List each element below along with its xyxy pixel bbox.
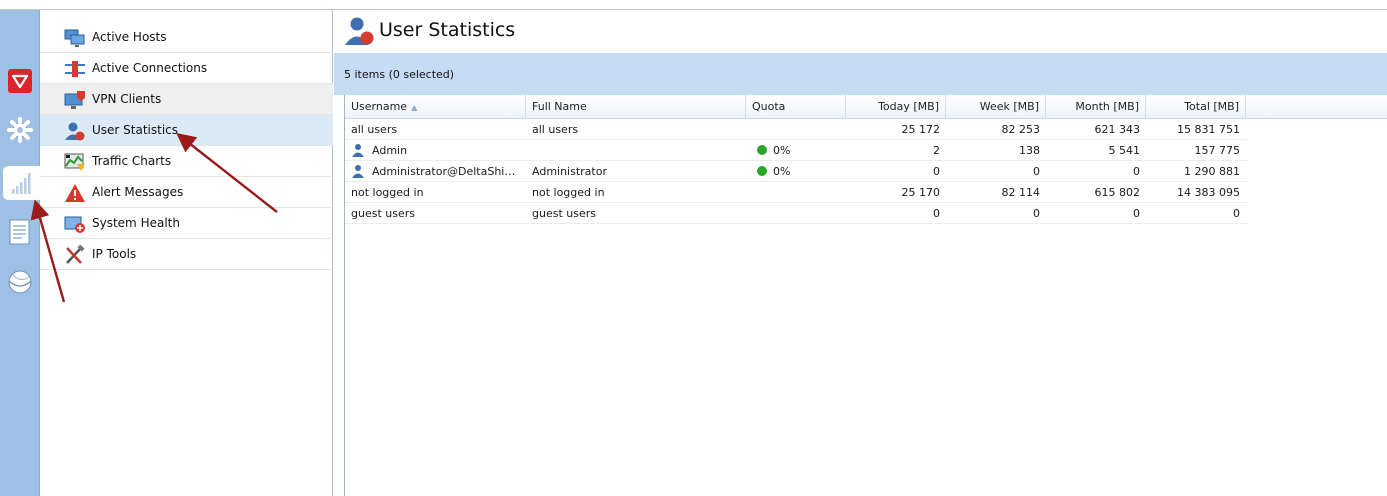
- cell-week: 0: [1033, 207, 1040, 220]
- cell-month: 5 541: [1108, 144, 1141, 157]
- system-health-icon: [64, 216, 85, 233]
- nav-item-label: Active Connections: [92, 61, 208, 75]
- cell-username: Administrator@DeltaShippin...: [345, 161, 526, 182]
- sort-ascending-icon: ▲: [411, 103, 418, 112]
- nav-item-alert-messages[interactable]: Alert Messages: [40, 177, 333, 208]
- cell-username: guest users: [351, 207, 415, 220]
- cell-full-name: [526, 140, 746, 161]
- table-row[interactable]: Administrator@DeltaShippin... Administra…: [345, 161, 1247, 182]
- nav-item-vpn-clients[interactable]: VPN Clients: [40, 84, 333, 115]
- nav-item-active-connections[interactable]: Active Connections: [40, 53, 333, 84]
- nav-item-label: System Health: [92, 216, 180, 230]
- logs-section-button[interactable]: [4, 216, 36, 248]
- section-rail: [0, 10, 40, 496]
- web-section-button[interactable]: [4, 266, 36, 298]
- globe-icon: [8, 270, 32, 294]
- cell-username: all users: [351, 123, 398, 136]
- cell-full-name: not logged in: [532, 186, 605, 199]
- cell-today: 2: [933, 144, 940, 157]
- bar-chart-icon: [11, 173, 30, 194]
- column-header-total[interactable]: Total [MB]: [1146, 95, 1246, 119]
- nav-item-label: VPN Clients: [92, 92, 162, 106]
- table-row[interactable]: not logged in not logged in 25 170 82 11…: [345, 182, 1247, 203]
- nav-item-label: Alert Messages: [92, 185, 184, 199]
- cell-today: 0: [933, 165, 940, 178]
- cell-month: 621 343: [1094, 123, 1141, 136]
- cell-quota: 0%: [746, 140, 846, 161]
- user-statistics-icon: [345, 17, 374, 45]
- cell-total: 0: [1233, 207, 1240, 220]
- cell-total: 1 290 881: [1184, 165, 1240, 178]
- cell-username: Admin: [345, 140, 526, 161]
- column-header-month[interactable]: Month [MB]: [1046, 95, 1146, 119]
- traffic-charts-icon: [64, 153, 85, 171]
- cell-total: 157 775: [1194, 144, 1241, 157]
- cell-today: 0: [933, 207, 940, 220]
- configuration-section-button[interactable]: [4, 114, 36, 146]
- log-document-icon: [9, 219, 30, 245]
- quota-status-icon: [757, 166, 767, 176]
- hosts-icon: [64, 29, 85, 47]
- vpn-clients-icon: [64, 91, 85, 109]
- toolbar: 5 items (0 selected): [334, 53, 1387, 95]
- gear-icon: [7, 117, 33, 143]
- status-navigation: Active Hosts Active Connections VPN Clie…: [40, 10, 333, 496]
- column-header-full-name[interactable]: Full Name: [526, 95, 746, 119]
- main-panel: User Statistics 5 items (0 selected) Use…: [334, 10, 1387, 496]
- column-header-quota[interactable]: Quota: [746, 95, 846, 119]
- nav-item-system-health[interactable]: System Health: [40, 208, 333, 239]
- column-header-week[interactable]: Week [MB]: [946, 95, 1046, 119]
- user-statistics-table: Username ▲ Full Name Quota Today [MB] Wee…: [344, 95, 1387, 496]
- cell-full-name: all users: [532, 123, 579, 136]
- items-count: 5 items (0 selected): [344, 68, 455, 81]
- column-header-today[interactable]: Today [MB]: [846, 95, 946, 119]
- cell-username: not logged in: [351, 186, 424, 199]
- nav-item-label: IP Tools: [92, 247, 137, 261]
- nav-item-label: Traffic Charts: [92, 154, 172, 168]
- status-section-button[interactable]: [3, 166, 40, 200]
- cell-month: 0: [1133, 165, 1140, 178]
- alert-icon: [65, 184, 85, 202]
- user-icon: [352, 165, 364, 178]
- nav-item-traffic-charts[interactable]: Traffic Charts: [40, 146, 333, 177]
- cell-full-name: Administrator: [532, 165, 607, 178]
- cell-month: 615 802: [1094, 186, 1141, 199]
- nav-item-active-hosts[interactable]: Active Hosts: [40, 22, 333, 53]
- ip-tools-icon: [66, 245, 85, 264]
- window-top-border: [0, 0, 1387, 10]
- cell-today: 25 172: [901, 123, 941, 136]
- cell-quota: 0%: [746, 161, 846, 182]
- page-title: User Statistics: [379, 19, 516, 41]
- table-row[interactable]: guest users guest users 0 0 0 0: [345, 203, 1247, 224]
- security-section-button[interactable]: [4, 65, 36, 97]
- cell-week: 138: [1019, 144, 1040, 157]
- quota-status-icon: [757, 145, 767, 155]
- nav-item-ip-tools[interactable]: IP Tools: [40, 239, 333, 270]
- table-row[interactable]: all users all users 25 172 82 253 621 34…: [345, 119, 1247, 140]
- shield-icon: [8, 69, 32, 93]
- table-header: Username ▲ Full Name Quota Today [MB] Wee…: [345, 95, 1387, 119]
- cell-total: 15 831 751: [1177, 123, 1240, 136]
- cell-week: 82 253: [1001, 123, 1041, 136]
- nav-item-label: User Statistics: [92, 123, 179, 137]
- cell-today: 25 170: [901, 186, 941, 199]
- cell-week: 82 114: [1001, 186, 1041, 199]
- table-row[interactable]: Admin 0% 2 138 5 541 157 775: [345, 140, 1247, 161]
- user-statistics-icon: [65, 122, 85, 141]
- connections-icon: [65, 61, 85, 77]
- nav-item-user-statistics[interactable]: User Statistics: [40, 115, 333, 146]
- cell-full-name: guest users: [532, 207, 596, 220]
- cell-week: 0: [1033, 165, 1040, 178]
- column-header-username[interactable]: Username ▲: [345, 95, 526, 119]
- cell-month: 0: [1133, 207, 1140, 220]
- nav-item-label: Active Hosts: [92, 30, 167, 44]
- cell-total: 14 383 095: [1177, 186, 1240, 199]
- user-icon: [352, 144, 364, 157]
